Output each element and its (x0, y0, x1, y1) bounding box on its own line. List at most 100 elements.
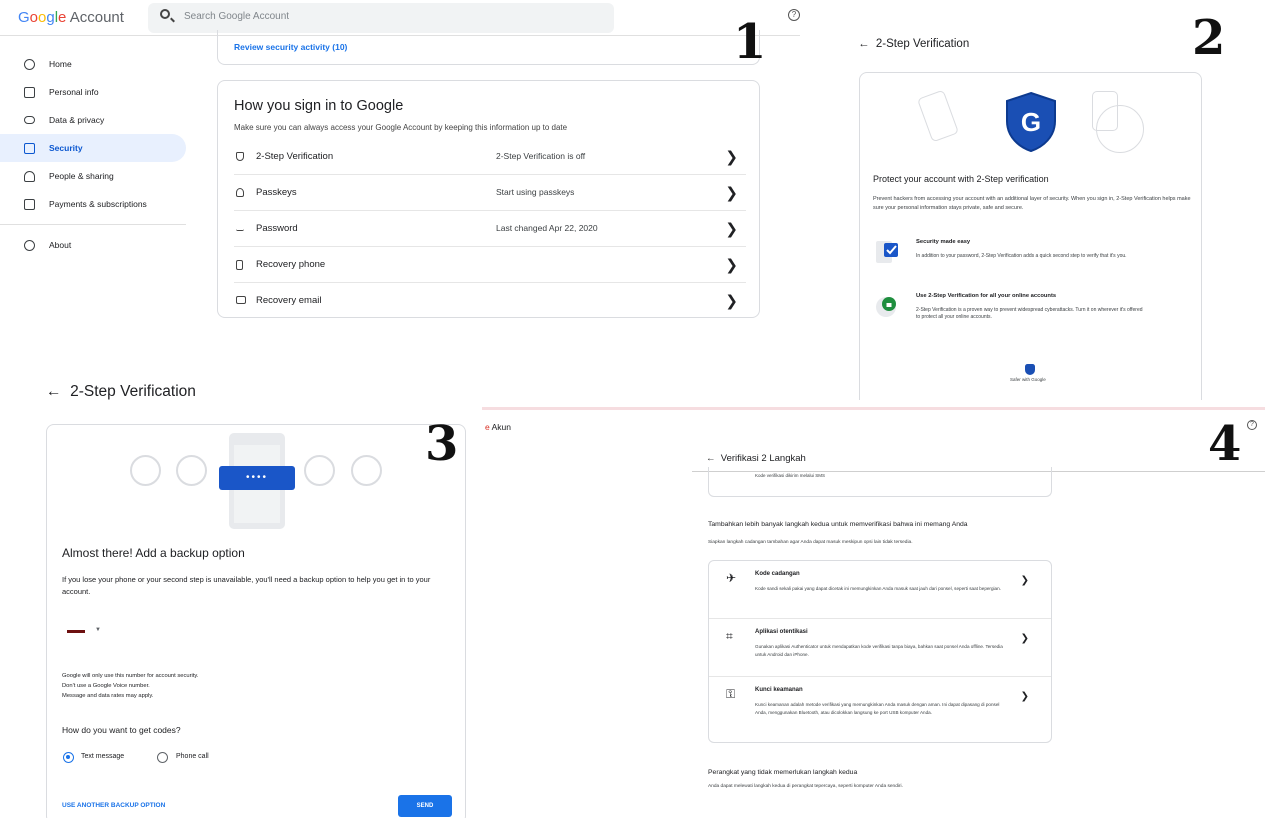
help-icon[interactable]: ? (1247, 420, 1257, 430)
row-value: Start using passkeys (496, 187, 575, 197)
sidebar-item-data-privacy[interactable]: Data & privacy (0, 106, 190, 134)
pin-mask: •••• (219, 466, 295, 490)
sidebar-item-label: Security (49, 143, 83, 153)
panel-number-2: 2 (1192, 10, 1226, 66)
chevron-right-icon: ❯ (725, 184, 738, 202)
panel-number-1: 1 (733, 14, 767, 70)
phone-illustration (916, 89, 960, 143)
sidebar-item-label: Personal info (49, 87, 99, 97)
back-arrow-icon[interactable]: ← (46, 383, 62, 400)
row-passkeys[interactable]: Passkeys Start using passkeys ❯ (234, 175, 746, 211)
panel-add-backup: ← 2-Step Verification •••• Almost there!… (0, 375, 482, 818)
panel-verifikasi-2-langkah: e Akun ? ← Verifikasi 2 Langkah Kode ver… (482, 407, 1265, 818)
intro-card: G Protect your account with 2-Step verif… (859, 72, 1202, 400)
sidebar-item-label: About (49, 240, 72, 250)
people-icon (24, 170, 35, 182)
mail-icon (236, 296, 246, 304)
sidebar-item-personal-info[interactable]: Personal info (0, 78, 190, 106)
search-input[interactable]: Search Google Account (148, 3, 614, 33)
page-title-text: Verifikasi 2 Langkah (720, 453, 806, 464)
person-icon (176, 455, 207, 486)
second-steps-heading: Tambahkan lebih banyak langkah kedua unt… (708, 521, 968, 528)
shield-icon (236, 152, 244, 161)
divider (482, 407, 1265, 410)
lock-circle-icon (876, 297, 896, 317)
chevron-right-icon: ❯ (725, 220, 738, 238)
row-recovery-email[interactable]: Recovery email ❯ (234, 283, 746, 319)
sidebar-item-people-sharing[interactable]: People & sharing (0, 162, 190, 190)
sidebar-item-label: Home (49, 59, 72, 69)
sidebar-item-about[interactable]: About (0, 231, 190, 259)
lock-icon (130, 455, 161, 486)
chevron-down-icon[interactable]: ▼ (95, 627, 101, 633)
option-kunci-keamanan[interactable]: ⚿ Kunci keamanan Kunci keamanan adalah m… (709, 677, 1051, 743)
row-label: Recovery phone (256, 259, 326, 270)
password-icon (236, 227, 244, 231)
option-title: Kode cadangan (755, 571, 800, 577)
radio-label-phone-call[interactable]: Phone call (176, 753, 209, 760)
radio-label-text-message[interactable]: Text message (81, 753, 124, 760)
backup-paragraph: If you lose your phone or your second st… (62, 575, 431, 596)
codes-question: How do you want to get codes? (62, 725, 181, 735)
sidebar-item-security[interactable]: Security (0, 134, 186, 162)
row-value: 2-Step Verification is off (496, 151, 586, 161)
search-icon (160, 9, 170, 19)
sms-text: Kode verifikasi dikirim melalui SMS (755, 473, 826, 478)
sidebar-item-label: Payments & subscriptions (49, 199, 147, 209)
chevron-right-icon: ❯ (725, 148, 738, 166)
sidebar-item-payments[interactable]: Payments & subscriptions (0, 190, 190, 218)
sidebar-item-label: People & sharing (49, 171, 114, 181)
page-title-text: 2-Step Verification (875, 38, 970, 50)
note-line: Don't use a Google Voice number. (62, 683, 150, 689)
panel-number-3: 3 (425, 416, 459, 472)
phone-notes: Google will only use this number for acc… (62, 671, 199, 701)
send-button[interactable]: SEND (398, 795, 452, 817)
row-recovery-phone[interactable]: Recovery phone ❯ (234, 247, 746, 283)
akun-text: Akun (491, 422, 512, 432)
help-icon[interactable]: ? (788, 9, 800, 21)
back-arrow-icon[interactable]: ← (858, 38, 870, 50)
row-label: Passkeys (256, 187, 297, 198)
row-password[interactable]: Password Last changed Apr 22, 2020 ❯ (234, 211, 746, 247)
info-icon (24, 239, 35, 251)
chevron-right-icon: ❯ (1020, 633, 1029, 644)
qr-code-icon: ⌗ (726, 629, 733, 643)
back-arrow-icon[interactable]: ← (706, 453, 716, 464)
country-flag[interactable] (67, 630, 85, 633)
divider (0, 224, 186, 225)
page-title-text: 2-Step Verification (70, 383, 196, 400)
feature-title: Security made easy (916, 239, 971, 245)
phone-icon (236, 260, 243, 270)
google-shield-icon: G (1006, 91, 1056, 153)
panel-number-4: 4 (1208, 416, 1242, 472)
sidebar-item-label: Data & privacy (49, 115, 105, 125)
devices-subheading: Anda dapat melewati langkah kedua di per… (708, 784, 903, 789)
svg-text:G: G (1021, 107, 1041, 137)
use-another-backup-option-link[interactable]: USE ANOTHER BACKUP OPTION (62, 802, 165, 809)
account-label: e Akun (485, 422, 512, 432)
chevron-right-icon: ❯ (725, 256, 738, 274)
row-value: Last changed Apr 22, 2020 (496, 223, 598, 233)
logo-account-text: Account (69, 9, 124, 26)
note-line: Message and data rates may apply. (62, 693, 154, 699)
radio-phone-call[interactable] (157, 752, 168, 763)
option-aplikasi-otentikasi[interactable]: ⌗ Aplikasi otentikasi Gunakan aplikasi A… (709, 619, 1051, 677)
google-account-logo[interactable]: Google Account (18, 9, 124, 26)
option-description: Gunakan aplikasi Authenticator untuk men… (755, 644, 1003, 657)
feature-description: In addition to your password, 2-Step Ver… (916, 253, 1127, 259)
checkbox-phone-icon (876, 241, 898, 263)
recent-activity-card: Review security activity (10) (217, 30, 760, 65)
option-kode-cadangan[interactable]: ✈ Kode cadangan Kode sandi sekali pakai … (709, 561, 1051, 619)
row-label: 2-Step Verification (256, 151, 334, 162)
row-2-step-verification[interactable]: 2-Step Verification 2-Step Verification … (234, 139, 746, 175)
intro-heading: Protect your account with 2-Step verific… (873, 174, 1049, 184)
key-icon (351, 455, 382, 486)
chevron-right-icon: ❯ (1020, 575, 1029, 586)
option-title: Kunci keamanan (755, 687, 803, 693)
radio-text-message[interactable] (63, 752, 74, 763)
note-line: Google will only use this number for acc… (62, 673, 199, 679)
review-security-activity-link[interactable]: Review security activity (10) (234, 42, 347, 52)
chevron-right-icon: ❯ (725, 292, 738, 310)
sidebar-item-home[interactable]: Home (0, 50, 190, 78)
page-title: ← Verifikasi 2 Langkah (706, 453, 806, 464)
